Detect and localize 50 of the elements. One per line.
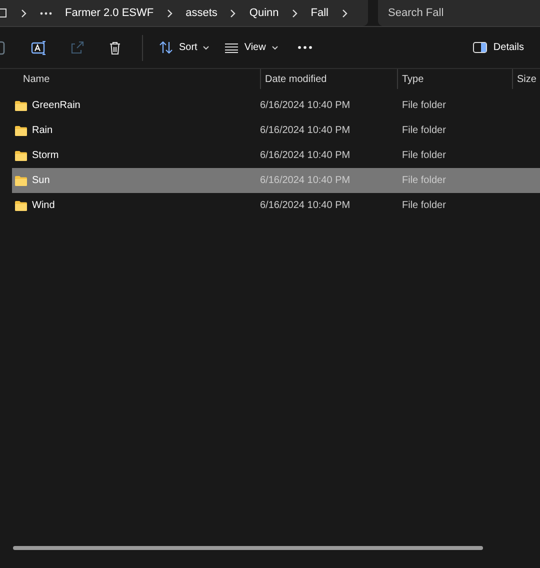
caret-icon [272,46,278,50]
date-cell-text: 6/16/2024 10:40 PM [260,150,352,161]
date-cell-text: 6/16/2024 10:40 PM [260,175,352,186]
chevron-icon[interactable] [230,8,236,18]
caret-icon [203,46,210,50]
list-icon [225,42,238,52]
folder-icon [15,150,27,160]
type-cell-text: File folder [401,175,447,186]
column-header[interactable]: Size [512,69,540,89]
scrollbar[interactable] [13,546,483,550]
file-row[interactable]: Storm 6/16/2024 10:40 PM File folder [12,143,540,168]
date-cell-text: 6/16/2024 10:40 PM [260,100,352,111]
file-name: Storm [32,150,59,161]
details-button[interactable]: Details [465,38,540,57]
folder-icon [15,176,27,186]
file-name: GreenRain [32,100,80,111]
file-row[interactable]: Sun 6/16/2024 10:40 PM File folder [12,168,540,193]
search-field[interactable]: Search Fall [378,0,540,26]
breadcrumb-item[interactable]: assets [186,7,218,19]
column-header[interactable]: Type [397,69,512,89]
column-header[interactable]: Name [0,69,260,89]
type-cell-text: File folder [401,125,447,136]
chevron-icon[interactable] [166,8,173,18]
breadcrumb-item[interactable]: Fall [310,7,329,19]
type-cell-text: File folder [401,200,447,211]
file-row[interactable]: Rain 6/16/2024 10:40 PM File folder [12,118,540,143]
column-header[interactable]: Date modified [260,69,397,89]
breadcrumb-item[interactable]: Farmer 2.0 ESWF [65,7,154,19]
more-icon[interactable] [40,12,52,14]
file-name: Rain [32,125,53,136]
folder-icon [15,200,27,210]
date-cell-text: 6/16/2024 10:40 PM [260,125,352,136]
file-name: Wind [32,200,55,211]
folder-icon [15,126,27,136]
details-pane-icon [473,42,488,53]
type-cell-text: File folder [401,150,447,161]
chevron-icon[interactable] [342,8,348,18]
view-button[interactable]: View [217,38,286,57]
folder-icon [15,100,27,110]
chevron-icon[interactable] [21,8,27,18]
breadcrumb-item[interactable]: Quinn [249,7,279,19]
computer-icon[interactable] [0,7,8,19]
sort-icon [159,41,173,54]
file-name: Sun [32,175,50,186]
file-row[interactable]: GreenRain 6/16/2024 10:40 PM File folder [12,93,540,118]
type-cell-text: File folder [401,100,447,111]
date-cell-text: 6/16/2024 10:40 PM [260,200,352,211]
chevron-icon[interactable] [292,8,298,18]
file-row[interactable]: Wind 6/16/2024 10:40 PM File folder [12,193,540,218]
sort-button[interactable]: Sort [151,37,218,58]
